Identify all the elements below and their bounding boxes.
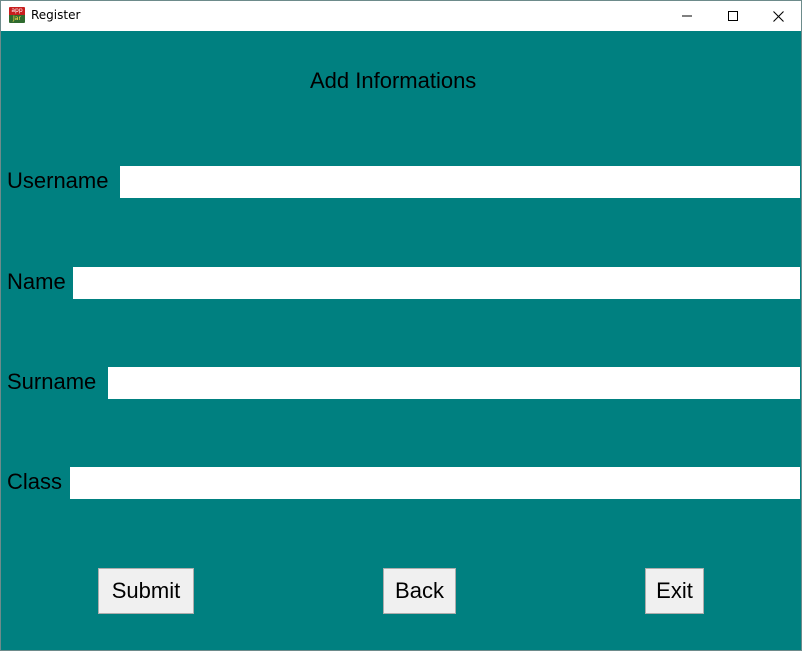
surname-input[interactable]: [108, 367, 800, 399]
name-label: Name: [7, 269, 66, 294]
class-label: Class: [7, 469, 63, 494]
username-input[interactable]: [120, 166, 800, 198]
close-button[interactable]: [755, 1, 801, 31]
app-jar-icon: app Jar: [9, 7, 25, 23]
class-input[interactable]: [70, 467, 800, 499]
minimize-icon: [682, 15, 692, 17]
back-button[interactable]: Back: [383, 568, 456, 614]
name-input[interactable]: [73, 267, 800, 299]
maximize-icon: [728, 11, 738, 21]
minimize-button[interactable]: [664, 1, 710, 31]
title-bar[interactable]: app Jar Register: [1, 1, 801, 31]
close-icon: [772, 10, 784, 22]
surname-label: Surname: [7, 369, 97, 394]
username-label: Username: [7, 168, 109, 193]
exit-button[interactable]: Exit: [645, 568, 704, 614]
maximize-button[interactable]: [710, 1, 756, 31]
form-heading: Add Informations: [310, 68, 477, 93]
register-window: app Jar Register Add Informations Userna…: [0, 0, 802, 651]
window-title: Register: [31, 8, 81, 22]
submit-button[interactable]: Submit: [98, 568, 194, 614]
